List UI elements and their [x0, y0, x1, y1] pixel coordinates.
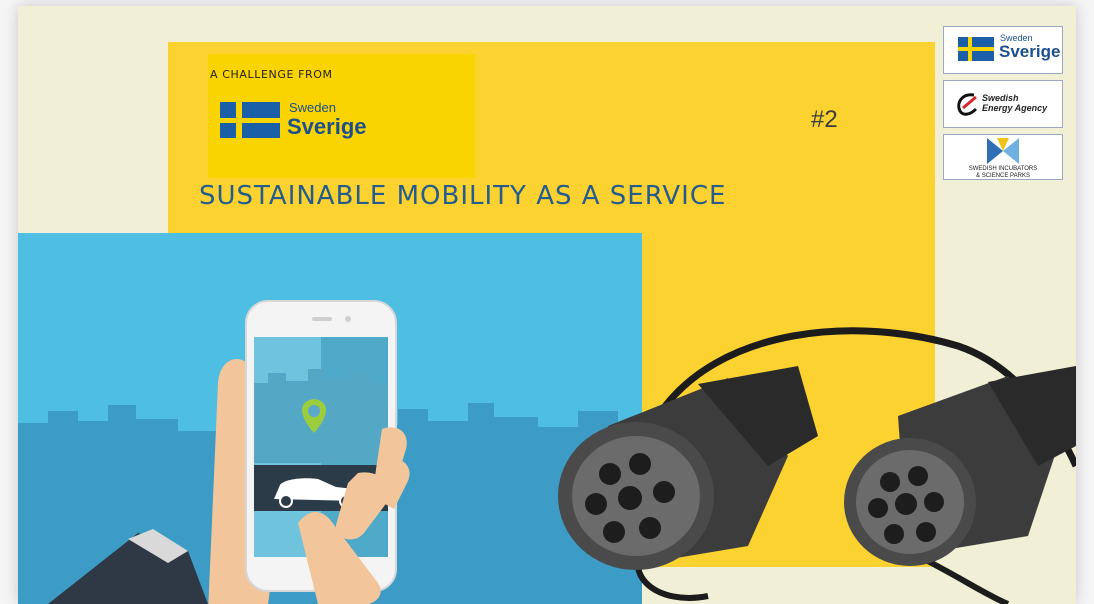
sweden-sverige-partner-logo: Sweden Sverige: [943, 26, 1063, 74]
energy-agency-logo: Swedish Energy Agency: [943, 80, 1063, 128]
ev-charger-plugs-illustration: [558, 327, 1076, 604]
sweden-sverige-logo: Sweden Sverige: [220, 98, 380, 144]
energy-line2: Energy Agency: [982, 103, 1048, 113]
brand-big-text: Sverige: [287, 114, 367, 139]
swedish-flag-icon: [958, 37, 994, 61]
brand-small-text: Sweden: [289, 100, 336, 115]
energy-line1: Swedish: [982, 93, 1019, 103]
incubators-bowtie-icon: [987, 138, 1019, 164]
energy-swoosh-icon: [957, 93, 978, 116]
incubators-text: SWEDISH INCUBATORS & SCIENCE PARKS: [944, 166, 1062, 180]
page-title: SUSTAINABLE MOBILITY AS A SERVICE: [199, 181, 727, 211]
challenge-number: #2: [811, 106, 838, 133]
challenge-label: A CHALLENGE FROM: [210, 68, 333, 81]
incubators-line2: & SCIENCE PARKS: [976, 173, 1030, 179]
incubators-logo: SWEDISH INCUBATORS & SCIENCE PARKS: [943, 134, 1063, 180]
swedish-flag-icon: [220, 102, 280, 138]
slide: A CHALLENGE FROM Sweden Sverige #2 SUSTA…: [18, 6, 1076, 604]
energy-agency-text: Swedish Energy Agency: [982, 93, 1047, 113]
partner-logos: Sweden Sverige Swedish Energy Agency SWE…: [943, 26, 1065, 180]
incubators-line1: SWEDISH INCUBATORS: [968, 166, 1038, 172]
partner-sweden-big: Sverige: [999, 42, 1061, 61]
